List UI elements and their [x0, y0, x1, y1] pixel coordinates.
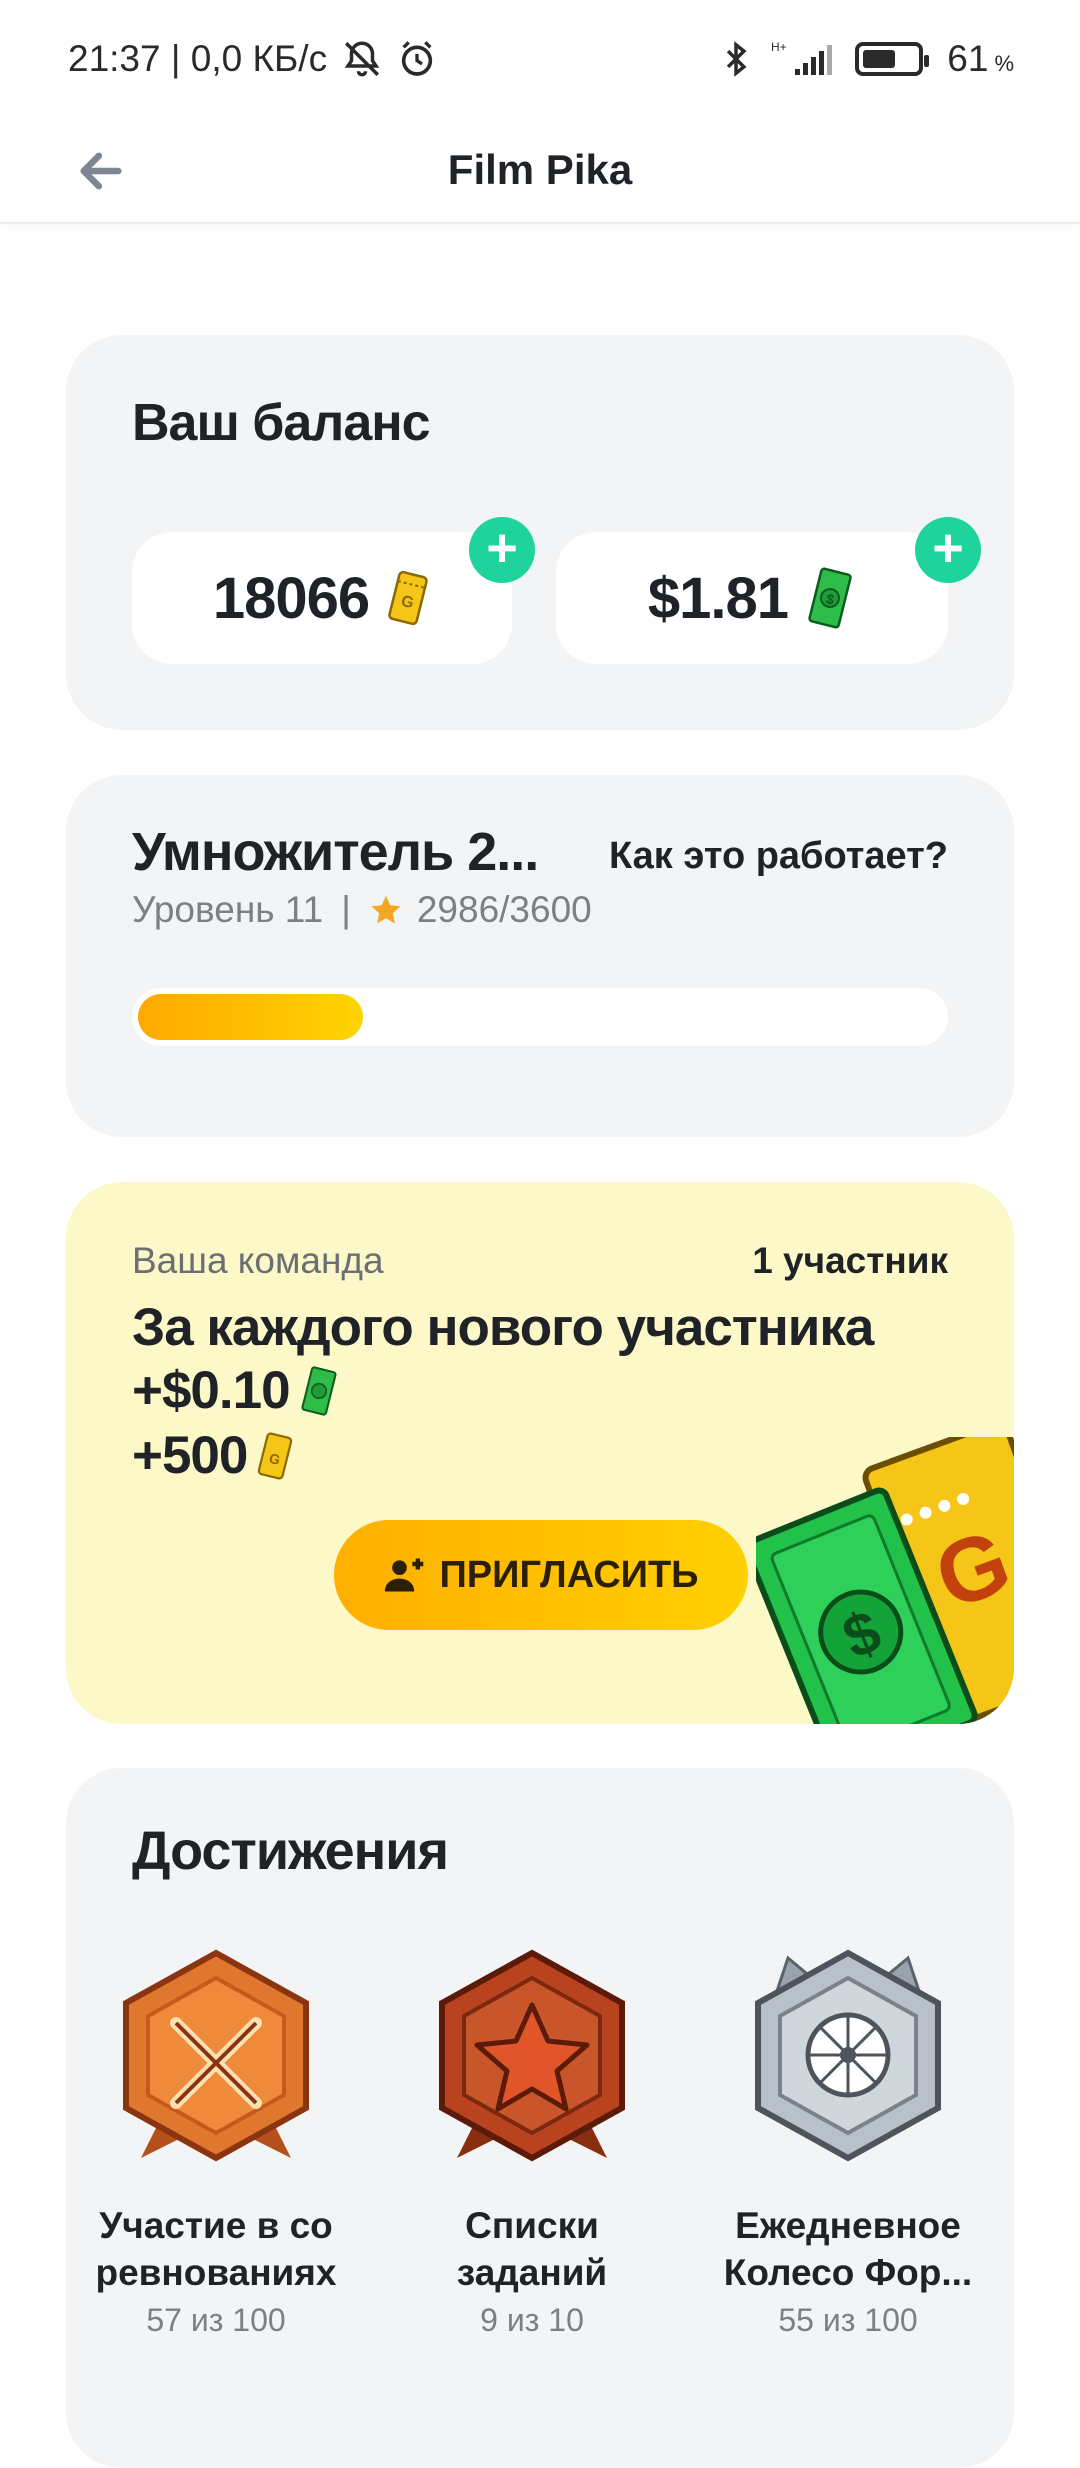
level-progress-bar [132, 988, 948, 1046]
cash-bill-icon: $ [808, 567, 852, 629]
cash-bill-icon [301, 1365, 337, 1416]
invite-label: ПРИГЛАСИТЬ [439, 1553, 699, 1596]
achievement-item[interactable]: Списки заданий 9 из 10 [382, 1943, 682, 2339]
battery-unit: % [994, 51, 1014, 76]
add-coins-button[interactable]: + [469, 517, 535, 583]
achievement-name-line1: Списки [465, 2205, 599, 2246]
cash-balance[interactable]: $1.81 $ [556, 532, 948, 664]
xp-value: 2986/3600 [416, 889, 592, 930]
achievement-item[interactable]: Ежедневное Колесо Фор... 55 из 100 [698, 1943, 998, 2339]
multiplier-card: Умножитель 2... Как это работает? Уровен… [66, 775, 1014, 1137]
level-text: Уровень 11 [132, 889, 324, 930]
multiplier-level-row: Уровень 11 | 2986/3600 [132, 889, 592, 931]
team-card: Ваша команда 1 участник За каждого новог… [66, 1182, 1014, 1724]
status-right: H+ 61 % [717, 38, 1014, 80]
achievements-card: Достижения Участие в со ревнованиях 57 и… [66, 1768, 1014, 2468]
invite-button[interactable]: ПРИГЛАСИТЬ [334, 1520, 748, 1630]
plus-icon: + [932, 518, 964, 578]
achievement-progress: 9 из 10 [480, 2302, 584, 2338]
cash-value: $1.81 [647, 565, 789, 631]
reward-coins-row: +500 G [132, 1425, 295, 1486]
level-progress-fill [138, 994, 364, 1040]
achievement-name-line1: Участие в со [99, 2205, 333, 2246]
achievement-name: Ежедневное Колесо Фор... [698, 2202, 998, 2296]
bluetooth-icon [717, 39, 755, 79]
arrow-left-icon [80, 152, 122, 190]
battery-percent: 61 [947, 38, 989, 79]
gold-ticket-icon: G [388, 570, 428, 626]
multiplier-title: Умножитель 2... [132, 822, 539, 882]
status-time: 21:37 | 0,0 КБ/с [68, 38, 328, 79]
achievement-name-line2: Колесо Фор... [723, 2252, 973, 2293]
star-icon [371, 895, 401, 924]
muted-bell-icon [341, 38, 383, 80]
coins-value: 18066 [212, 565, 370, 631]
page-title: Film Pika [447, 146, 633, 193]
achievements-title: Достижения [132, 1821, 449, 1881]
balance-title: Ваш баланс [132, 394, 431, 452]
achievement-name: Списки заданий [382, 2202, 682, 2296]
team-label: Ваша команда [132, 1240, 384, 1281]
alarm-clock-icon [397, 39, 437, 79]
achievement-name-line1: Ежедневное [735, 2205, 961, 2246]
how-it-works-link[interactable]: Как это работает? [609, 835, 948, 878]
add-user-icon [385, 1558, 424, 1592]
status-left: 21:37 | 0,0 КБ/с [68, 38, 437, 80]
achievement-progress: 57 из 100 [146, 2302, 286, 2338]
plus-icon: + [486, 518, 518, 578]
achievement-item[interactable]: Участие в со ревнованиях 57 из 100 [66, 1943, 366, 2339]
reward-cash: +$0.10 [132, 1361, 291, 1420]
fortune-wheel-badge-icon [698, 1943, 998, 2178]
team-member-count: 1 участник [752, 1240, 948, 1281]
app-header: Film Pika [0, 118, 1080, 224]
gold-ticket-icon: G [258, 1431, 293, 1480]
back-button[interactable] [66, 136, 136, 206]
money-ticket-illustration: G $ [756, 1437, 1014, 1724]
star-badge-icon [382, 1943, 682, 2178]
achievement-name: Участие в со ревнованиях [66, 2202, 366, 2296]
achievement-name-line2: ревнованиях [95, 2252, 337, 2293]
achievement-name-line2: заданий [456, 2252, 608, 2293]
xp-group: 2986/3600 [369, 889, 592, 931]
add-cash-button[interactable]: + [915, 517, 981, 583]
separator: | [341, 889, 351, 930]
balance-card: Ваш баланс 18066 G + $1.81 $ + [66, 335, 1014, 730]
achievement-progress: 55 из 100 [778, 2302, 918, 2338]
signal-icon: H+ [771, 39, 839, 79]
team-headline: За каждого нового участника [132, 1298, 874, 1357]
network-type: H+ [771, 40, 787, 54]
reward-cash-row: +$0.10 [132, 1360, 340, 1421]
battery-icon [855, 42, 930, 76]
coins-balance[interactable]: 18066 G [132, 532, 512, 664]
crossed-swords-badge-icon [66, 1943, 366, 2178]
status-bar: 21:37 | 0,0 КБ/с H+ 61 % [0, 0, 1080, 118]
reward-coins: +500 [132, 1426, 248, 1485]
